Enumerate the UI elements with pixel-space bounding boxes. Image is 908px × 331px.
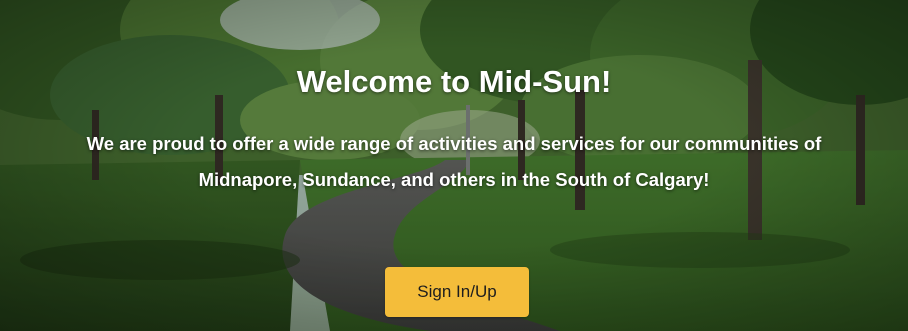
hero-title: Welcome to Mid-Sun! xyxy=(296,64,612,99)
hero-banner: Welcome to Mid-Sun! We are proud to offe… xyxy=(0,0,908,331)
sign-in-up-button[interactable]: Sign In/Up xyxy=(385,267,529,317)
hero-content: Welcome to Mid-Sun! We are proud to offe… xyxy=(0,0,908,331)
hero-tagline-line-2: Midnapore, Sundance, and others in the S… xyxy=(198,169,710,190)
hero-tagline-line-1: We are proud to offer a wide range of ac… xyxy=(86,133,822,154)
hero-tagline: We are proud to offer a wide range of ac… xyxy=(0,126,908,198)
